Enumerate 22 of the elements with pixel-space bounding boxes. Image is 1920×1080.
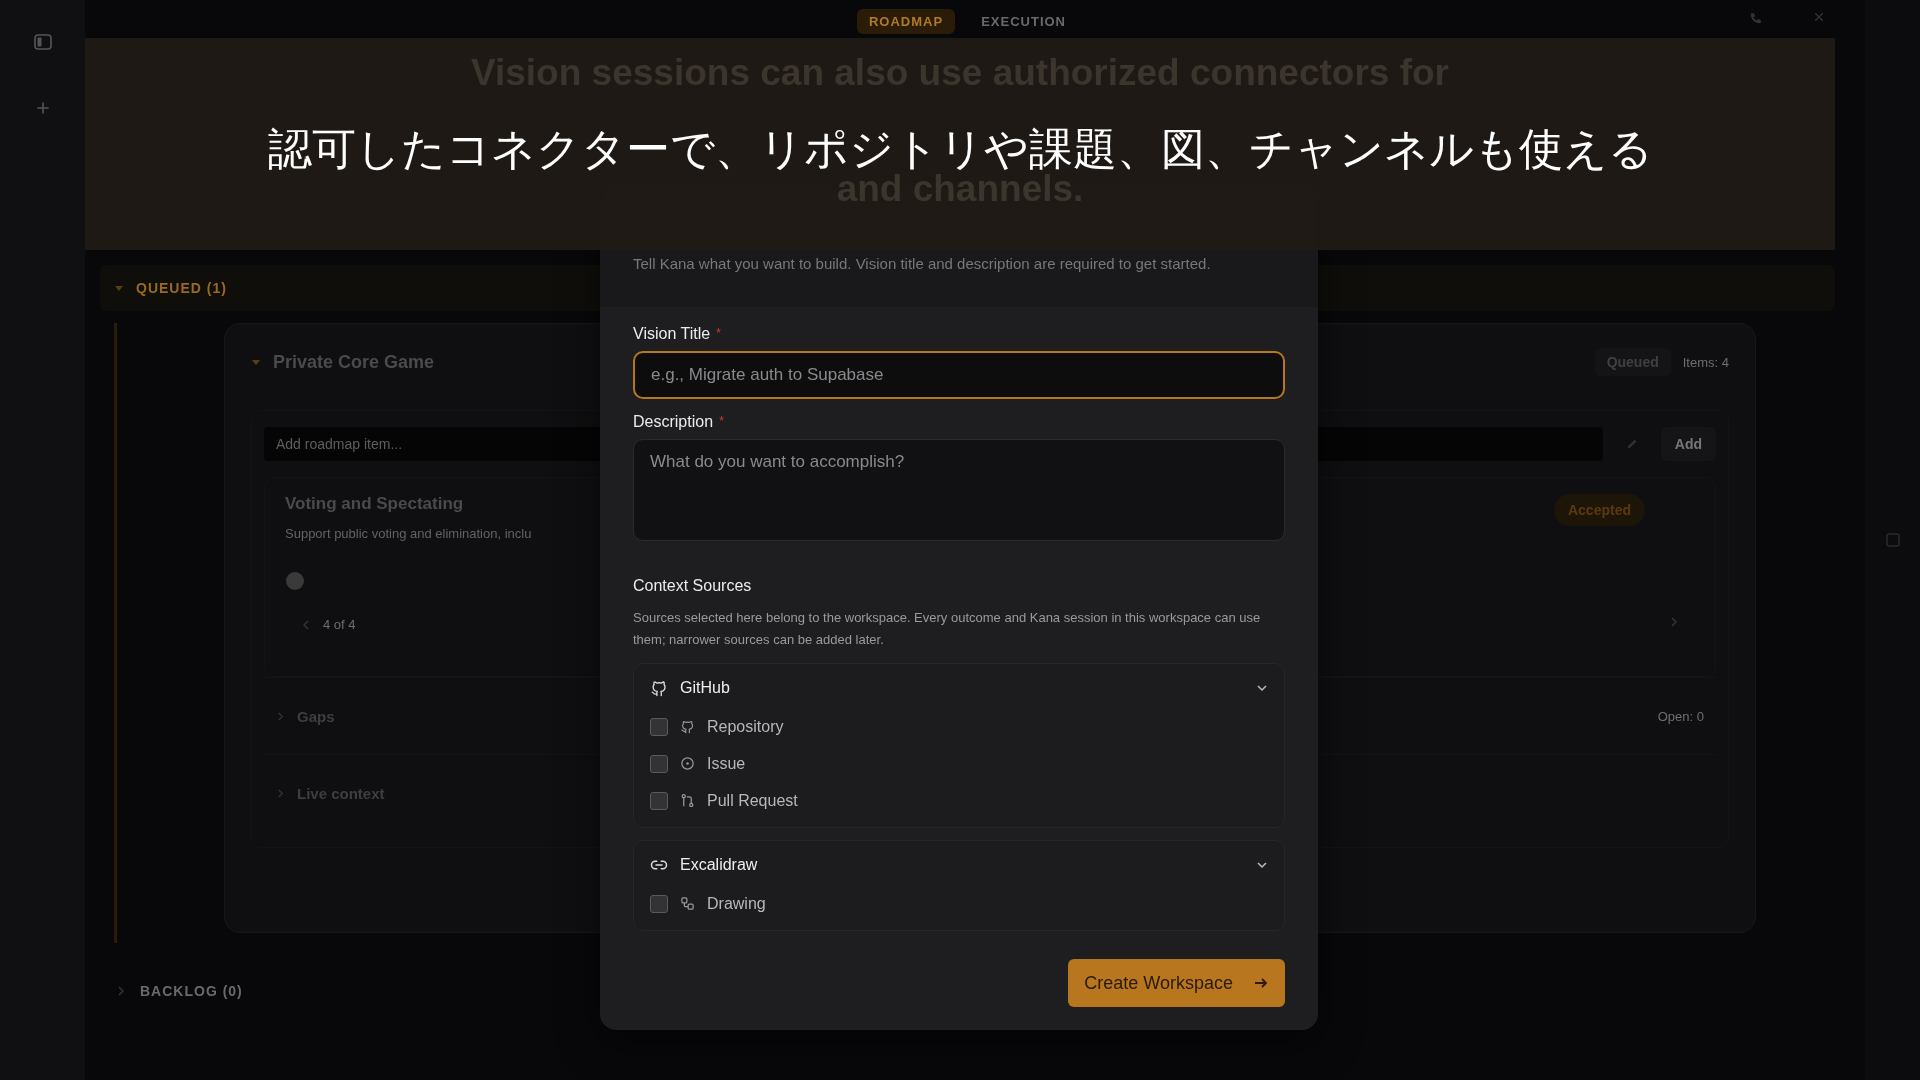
source-label: Issue <box>707 754 746 773</box>
section-label: QUEUED (1) <box>136 280 227 296</box>
subtitle-caption: 認可したコネクターで、リポジトリや課題、図、チャンネルも使える <box>266 122 1654 174</box>
card-title: Private Core Game <box>273 351 435 373</box>
section-label: BACKLOG (0) <box>140 983 243 999</box>
item-title: Voting and Spectating <box>285 494 465 514</box>
items-count: Items: 4 <box>1682 354 1729 370</box>
source-label: Pull Request <box>707 791 798 810</box>
field-label: Vision Title <box>633 325 711 343</box>
help-text: Sources selected here belong to the workspace. Every outcome and Kana session in this workspace can use them; narrower sources can be added later. <box>633 609 1262 649</box>
required-mark: * <box>719 413 725 430</box>
source-group-name: GitHub <box>680 679 730 697</box>
source-group-name: Excalidraw <box>680 856 758 874</box>
section-title: Context Sources <box>633 577 753 595</box>
source-label: Repository <box>707 717 784 736</box>
field-label: Description <box>633 413 714 431</box>
source-label: Drawing <box>707 894 766 913</box>
dialog-intro: Tell Kana what you want to build. Vision title and description are required to get started. <box>633 254 1212 274</box>
open-count: Open: 0 <box>1657 708 1704 724</box>
required-mark: * <box>716 325 722 342</box>
item-description: Support public voting and elimination, inclu <box>285 526 532 541</box>
pager-label: 4 of 4 <box>323 617 356 632</box>
